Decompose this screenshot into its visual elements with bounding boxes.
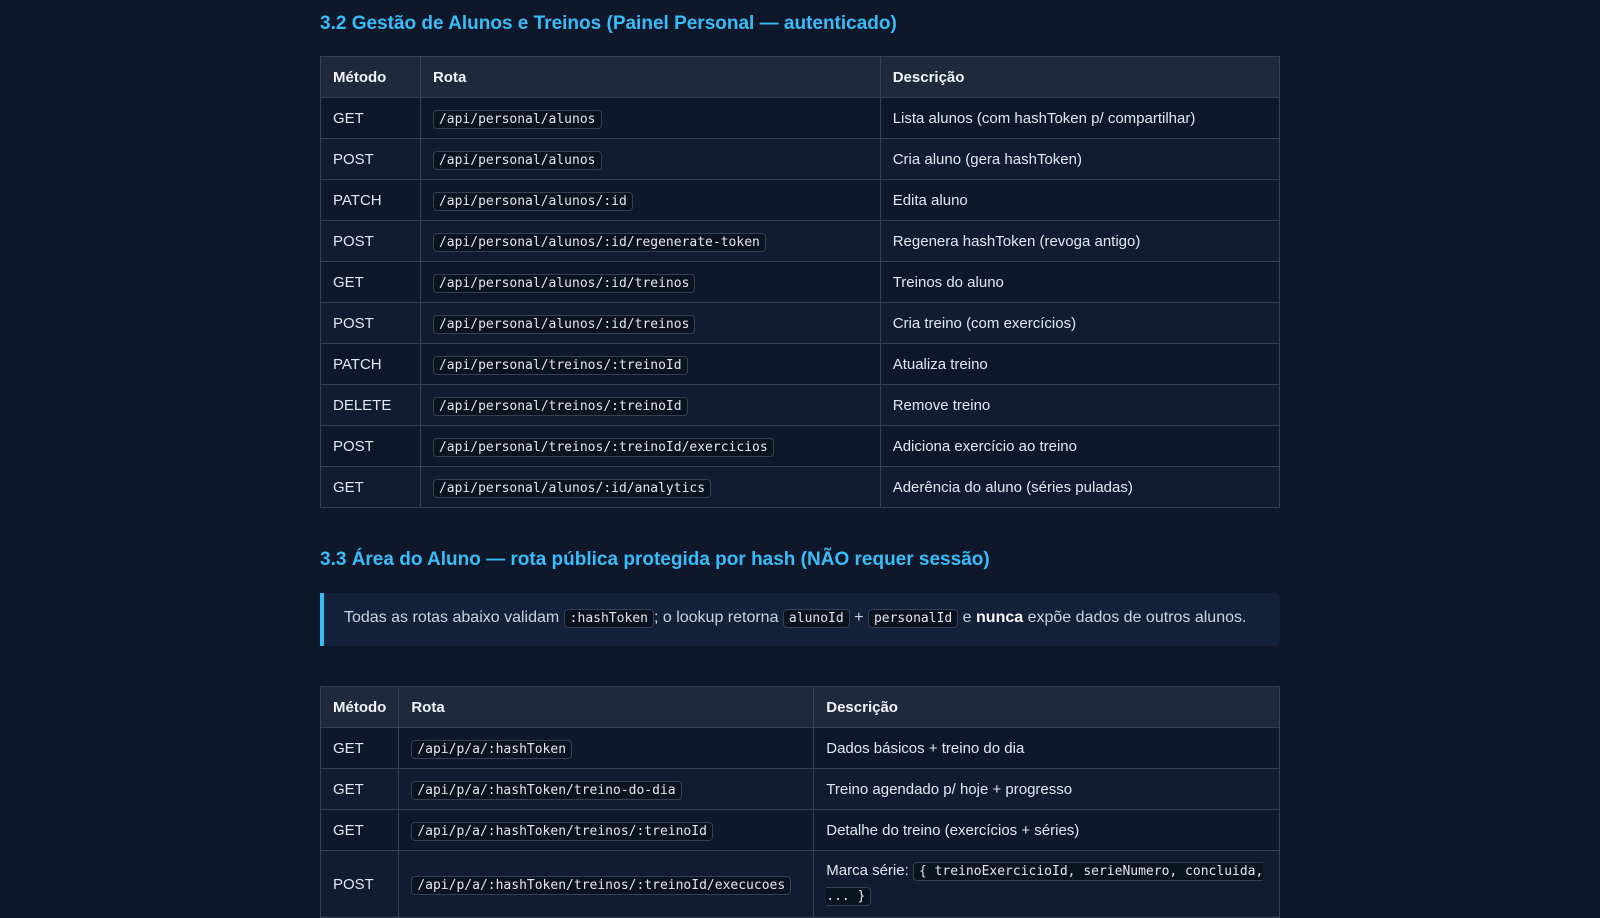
table-row: POST /api/p/a/:hashToken/treinos/:treino… <box>319 850 1280 918</box>
method-cell: GET <box>319 809 400 851</box>
table-header-row: Método Rota Descrição <box>319 686 1280 728</box>
description-cell: Lista alunos (com hashToken p/ compartil… <box>879 97 1281 139</box>
description-cell: Adiciona exercício ao treino <box>879 425 1281 467</box>
inline-code: :hashToken <box>563 609 654 628</box>
table-row: GET /api/p/a/:hashToken Dados básicos + … <box>319 727 1280 769</box>
description-cell: Marca série: { treinoExercicioId, serieN… <box>813 850 1280 918</box>
inline-code: alunoId <box>782 609 850 628</box>
route-cell: /api/personal/alunos/:id/regenerate-toke… <box>419 220 881 262</box>
description-text: Marca série: <box>826 862 913 879</box>
description-cell: Cria aluno (gera hashToken) <box>879 138 1281 180</box>
table-row: POST /api/personal/alunos/:id/treinos Cr… <box>320 302 1281 344</box>
route-code: /api/personal/treinos/:treinoId/exercici… <box>432 437 774 457</box>
route-cell: /api/p/a/:hashToken <box>398 727 815 769</box>
route-cell: /api/personal/treinos/:treinoId/exercici… <box>419 425 881 467</box>
method-cell: POST <box>320 138 421 180</box>
route-code: /api/personal/alunos <box>432 109 602 129</box>
route-cell: /api/p/a/:hashToken/treino-do-dia <box>398 768 815 810</box>
table-row: POST /api/personal/treinos/:treinoId/exe… <box>320 425 1281 467</box>
description-cell: Treinos do aluno <box>879 261 1281 303</box>
table-row: POST /api/personal/alunos/:id/regenerate… <box>320 220 1281 262</box>
method-cell: POST <box>320 425 421 467</box>
header-method: Método <box>320 56 421 98</box>
route-code: /api/p/a/:hashToken/treinos/:treinoId <box>411 821 713 841</box>
route-code: /api/p/a/:hashToken <box>411 739 573 759</box>
method-cell: POST <box>320 220 421 262</box>
route-code: /api/personal/alunos/:id/regenerate-toke… <box>432 232 766 252</box>
table-row: GET /api/personal/alunos/:id/treinos Tre… <box>320 261 1281 303</box>
callout-text: Todas as rotas abaixo validam <box>344 609 564 626</box>
method-cell: GET <box>320 261 421 303</box>
method-cell: POST <box>319 850 400 918</box>
header-route: Rota <box>419 56 881 98</box>
description-cell: Regenera hashToken (revoga antigo) <box>879 220 1281 262</box>
method-cell: POST <box>320 302 421 344</box>
callout-text: expõe dados de outros alunos. <box>1023 609 1247 626</box>
route-code: /api/personal/alunos <box>432 150 602 170</box>
description-cell: Remove treino <box>879 384 1281 426</box>
route-cell: /api/p/a/:hashToken/treinos/:treinoId/ex… <box>398 850 815 918</box>
route-cell: /api/personal/alunos/:id <box>419 179 881 221</box>
method-cell: GET <box>319 727 400 769</box>
header-description: Descrição <box>879 56 1281 98</box>
header-route: Rota <box>398 686 815 728</box>
callout-text: + <box>849 609 868 626</box>
route-code: /api/personal/alunos/:id <box>432 191 633 211</box>
route-cell: /api/personal/alunos/:id/treinos <box>419 302 881 344</box>
section-3-3-title: 3.3 Área do Aluno — rota pública protegi… <box>320 549 990 570</box>
route-code: /api/personal/treinos/:treinoId <box>432 355 688 375</box>
method-cell: PATCH <box>320 179 421 221</box>
header-description: Descrição <box>813 686 1280 728</box>
route-cell: /api/personal/treinos/:treinoId <box>419 343 881 385</box>
description-cell: Atualiza treino <box>879 343 1281 385</box>
route-code: /api/personal/alunos/:id/analytics <box>432 478 712 498</box>
table-row: POST /api/personal/alunos Cria aluno (ge… <box>320 138 1281 180</box>
description-cell: Cria treino (com exercícios) <box>879 302 1281 344</box>
route-code: /api/personal/alunos/:id/treinos <box>432 314 696 334</box>
method-cell: PATCH <box>320 343 421 385</box>
route-cell: /api/personal/alunos <box>419 97 881 139</box>
description-cell: Treino agendado p/ hoje + progresso <box>813 768 1280 810</box>
personal-routes-table: Método Rota Descrição GET /api/personal/… <box>320 56 1281 508</box>
callout-text: e <box>958 609 977 626</box>
route-cell: /api/personal/alunos/:id/analytics <box>419 466 881 508</box>
method-cell: DELETE <box>320 384 421 426</box>
description-cell: Dados básicos + treino do dia <box>813 727 1280 769</box>
route-code: /api/p/a/:hashToken/treinos/:treinoId/ex… <box>411 875 792 895</box>
table-row: PATCH /api/personal/alunos/:id Edita alu… <box>320 179 1281 221</box>
route-code: /api/p/a/:hashToken/treino-do-dia <box>411 780 682 800</box>
info-callout: Todas as rotas abaixo validam :hashToken… <box>320 593 1280 646</box>
table-row: GET /api/p/a/:hashToken/treino-do-dia Tr… <box>319 768 1280 810</box>
table-row: GET /api/p/a/:hashToken/treinos/:treinoI… <box>319 809 1280 851</box>
route-cell: /api/personal/treinos/:treinoId <box>419 384 881 426</box>
method-cell: GET <box>320 466 421 508</box>
route-code: /api/personal/treinos/:treinoId <box>432 396 688 416</box>
route-cell: /api/personal/alunos <box>419 138 881 180</box>
description-cell: Aderência do aluno (séries puladas) <box>879 466 1281 508</box>
student-routes-table: Método Rota Descrição GET /api/p/a/:hash… <box>319 686 1280 918</box>
route-cell: /api/personal/alunos/:id/treinos <box>419 261 881 303</box>
callout-text: ; o lookup retorna <box>653 609 783 626</box>
header-method: Método <box>319 686 400 728</box>
table-row: PATCH /api/personal/treinos/:treinoId At… <box>320 343 1281 385</box>
route-cell: /api/p/a/:hashToken/treinos/:treinoId <box>398 809 815 851</box>
section-3-2-title: 3.2 Gestão de Alunos e Treinos (Painel P… <box>320 13 897 34</box>
inline-code: personalId <box>867 609 959 628</box>
description-cell: Detalhe do treino (exercícios + séries) <box>813 809 1280 851</box>
method-cell: GET <box>319 768 400 810</box>
method-cell: GET <box>320 97 421 139</box>
description-cell: Edita aluno <box>879 179 1281 221</box>
table-row: DELETE /api/personal/treinos/:treinoId R… <box>320 384 1281 426</box>
table-row: GET /api/personal/alunos/:id/analytics A… <box>320 466 1281 508</box>
table-row: GET /api/personal/alunos Lista alunos (c… <box>320 97 1281 139</box>
route-code: /api/personal/alunos/:id/treinos <box>432 273 696 293</box>
callout-emphasis: nunca <box>976 609 1024 626</box>
table-header-row: Método Rota Descrição <box>320 56 1281 98</box>
